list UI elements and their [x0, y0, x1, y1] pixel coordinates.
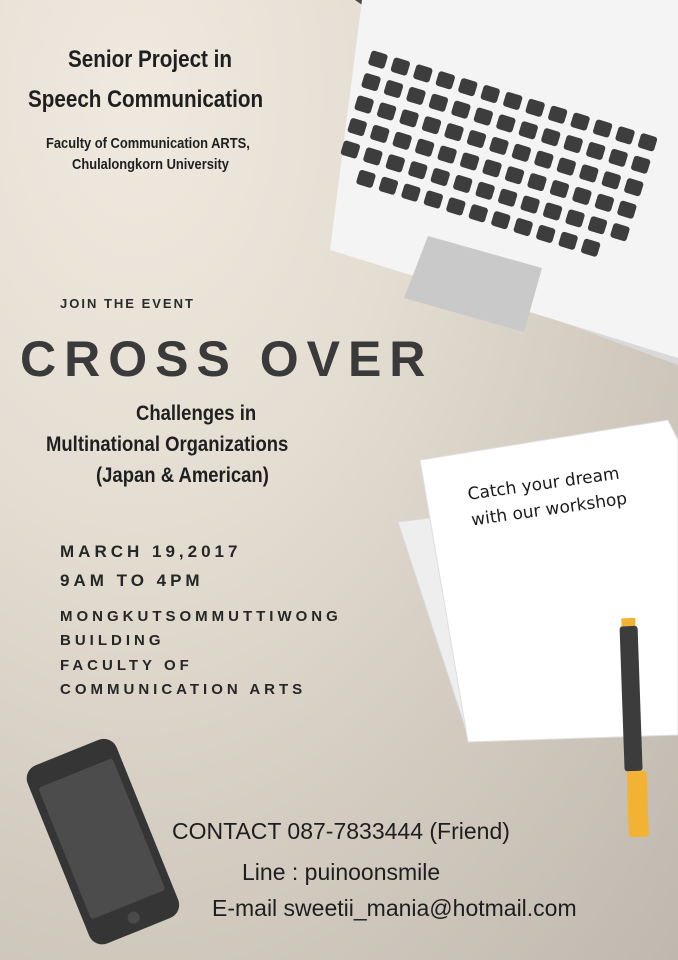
subtitle-line-3: (Japan & American): [96, 464, 269, 487]
laptop-icon: [330, 0, 678, 365]
event-name: CROSS OVER: [20, 331, 434, 387]
location-line-1: MONGKUTSOMMUTTIWONG: [60, 608, 342, 625]
contact-email: E-mail sweetii_mania@hotmail.com: [212, 895, 577, 921]
subtitle-line-2: Multinational Organizations: [46, 433, 289, 456]
location-line-3: FACULTY OF: [60, 657, 193, 674]
event-date: MARCH 19,2017: [60, 542, 242, 561]
event-poster: Senior Project in Speech Communication F…: [0, 0, 678, 960]
faculty-line-2: Chulalongkorn University: [72, 156, 229, 173]
location-line-4: COMMUNICATION ARTS: [60, 681, 307, 698]
location-line-2: BUILDING: [60, 632, 165, 649]
faculty-line-1: Faculty of Communication ARTS,: [46, 135, 250, 152]
subtitle-line-1: Challenges in: [136, 402, 257, 425]
title-line-2: Speech Communication: [28, 86, 264, 113]
phone-icon: [26, 738, 180, 945]
join-label: JOIN THE EVENT: [60, 296, 195, 311]
contact-phone: CONTACT 087-7833444 (Friend): [172, 818, 510, 844]
event-time: 9AM TO 4PM: [60, 571, 204, 590]
contact-line-id: Line : puinoonsmile: [242, 859, 441, 885]
title-line-1: Senior Project in: [68, 46, 233, 73]
